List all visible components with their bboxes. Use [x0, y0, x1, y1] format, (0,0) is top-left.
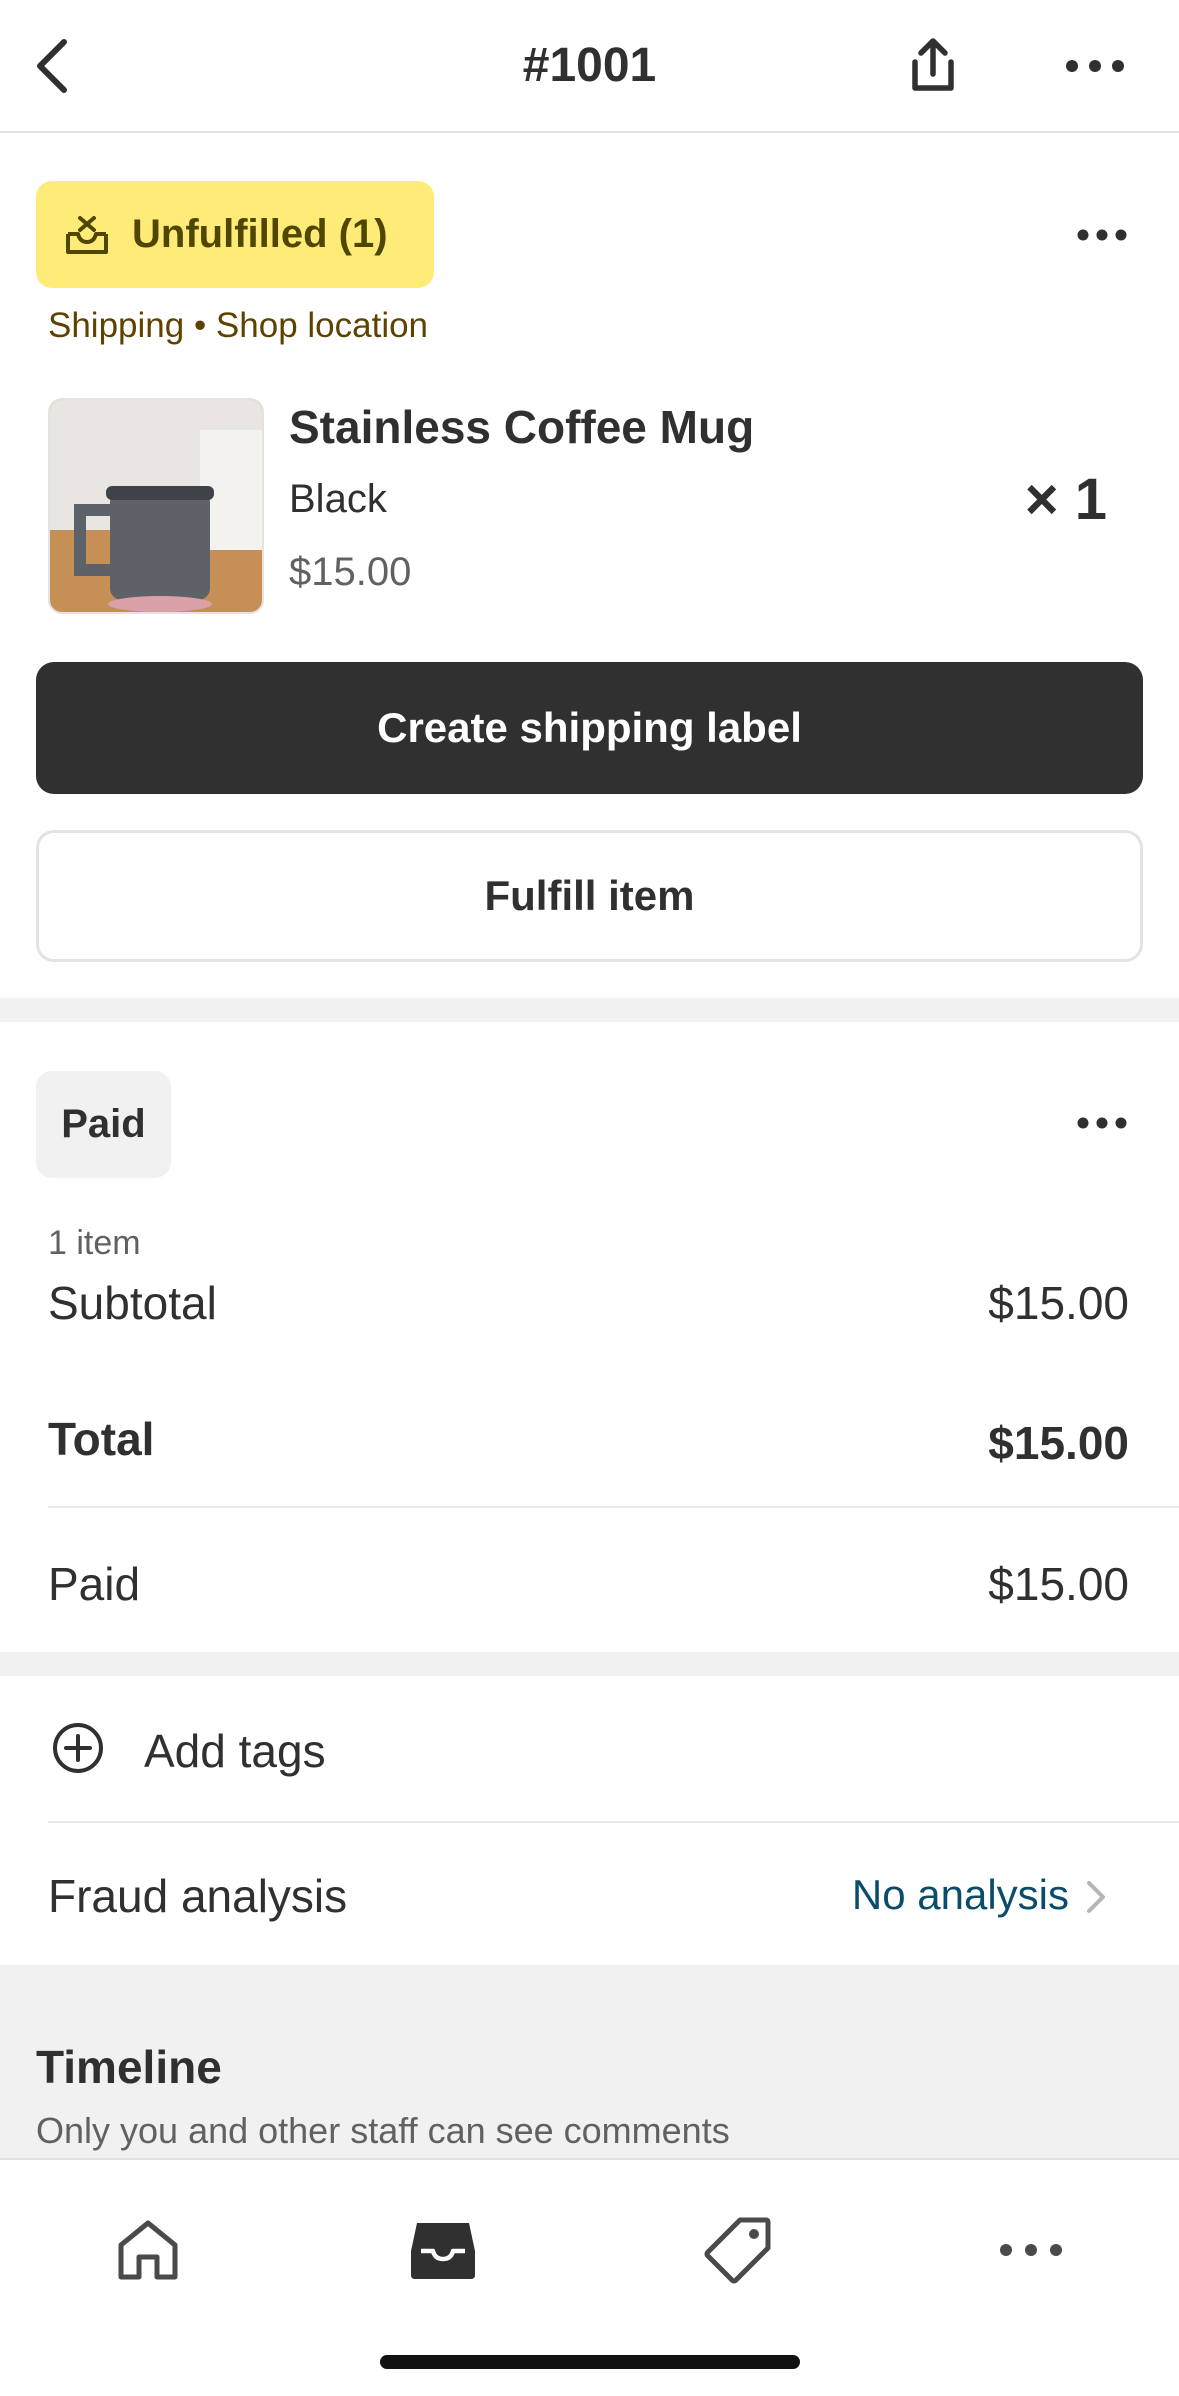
paid-status-badge: Paid [36, 1071, 171, 1178]
tab-orders[interactable] [393, 2200, 493, 2300]
paid-label: Paid [48, 1558, 141, 1610]
tab-home[interactable] [98, 2200, 198, 2300]
paid-value: $15.00 [988, 1558, 1129, 1610]
shipping-method-text: Shipping • Shop location [48, 306, 429, 345]
tab-products[interactable] [688, 2200, 788, 2300]
ellipsis-icon [1077, 1117, 1127, 1129]
unfulfilled-status-label: Unfulfilled (1) [132, 212, 388, 256]
unfulfilled-status-badge: Unfulfilled (1) [36, 181, 434, 288]
fraud-analysis-row[interactable]: Fraud analysis No analysis [0, 1823, 1179, 1965]
ellipsis-icon [1077, 229, 1127, 241]
payment-more-button[interactable] [1070, 1098, 1134, 1148]
fulfill-item-button[interactable]: Fulfill item [36, 830, 1143, 962]
add-tags-label: Add tags [144, 1725, 326, 1777]
product-quantity: × 1 [1024, 467, 1107, 532]
orders-inbox-icon [411, 2223, 475, 2279]
home-indicator[interactable] [380, 2355, 800, 2369]
share-icon [912, 38, 954, 91]
order-detail-screen: #1001 Unfulfilled (1) Shipping • Shop lo… [0, 0, 1179, 2396]
plus-circle-icon [53, 1723, 103, 1773]
product-price: $15.00 [289, 550, 412, 594]
products-tag-icon [704, 2217, 771, 2284]
more-options-button[interactable] [1060, 36, 1130, 96]
timeline-subtitle: Only you and other staff can see comment… [36, 2110, 730, 2151]
product-name[interactable]: Stainless Coffee Mug [289, 400, 754, 454]
fraud-analysis-label: Fraud analysis [48, 1870, 348, 1922]
divider [48, 1506, 1179, 1508]
total-label: Total [48, 1413, 155, 1465]
section-divider [0, 998, 1179, 1022]
fulfillment-more-button[interactable] [1070, 210, 1134, 260]
tab-more[interactable] [981, 2200, 1081, 2300]
chevron-right-icon [1087, 1881, 1105, 1913]
unfulfilled-box-icon [66, 215, 108, 254]
total-value: $15.00 [988, 1417, 1129, 1469]
top-nav-bar: #1001 [0, 0, 1179, 133]
product-variant: Black [289, 477, 387, 521]
subtotal-label: Subtotal [48, 1277, 217, 1329]
ellipsis-icon [1066, 60, 1124, 72]
section-divider [0, 1652, 1179, 1676]
home-icon [118, 2220, 178, 2280]
create-shipping-label-button[interactable]: Create shipping label [36, 662, 1143, 794]
items-count: 1 item [48, 1224, 141, 1262]
timeline-title: Timeline [36, 2041, 222, 2093]
coffee-mug-image [50, 400, 262, 612]
more-icon [1000, 2244, 1062, 2256]
add-tags-row[interactable]: Add tags [0, 1676, 1179, 1821]
share-button[interactable] [900, 30, 966, 102]
fraud-analysis-value: No analysis [851, 1871, 1069, 1918]
product-thumbnail[interactable] [48, 398, 264, 614]
order-number-title: #1001 [522, 39, 657, 92]
subtotal-value: $15.00 [988, 1277, 1129, 1329]
